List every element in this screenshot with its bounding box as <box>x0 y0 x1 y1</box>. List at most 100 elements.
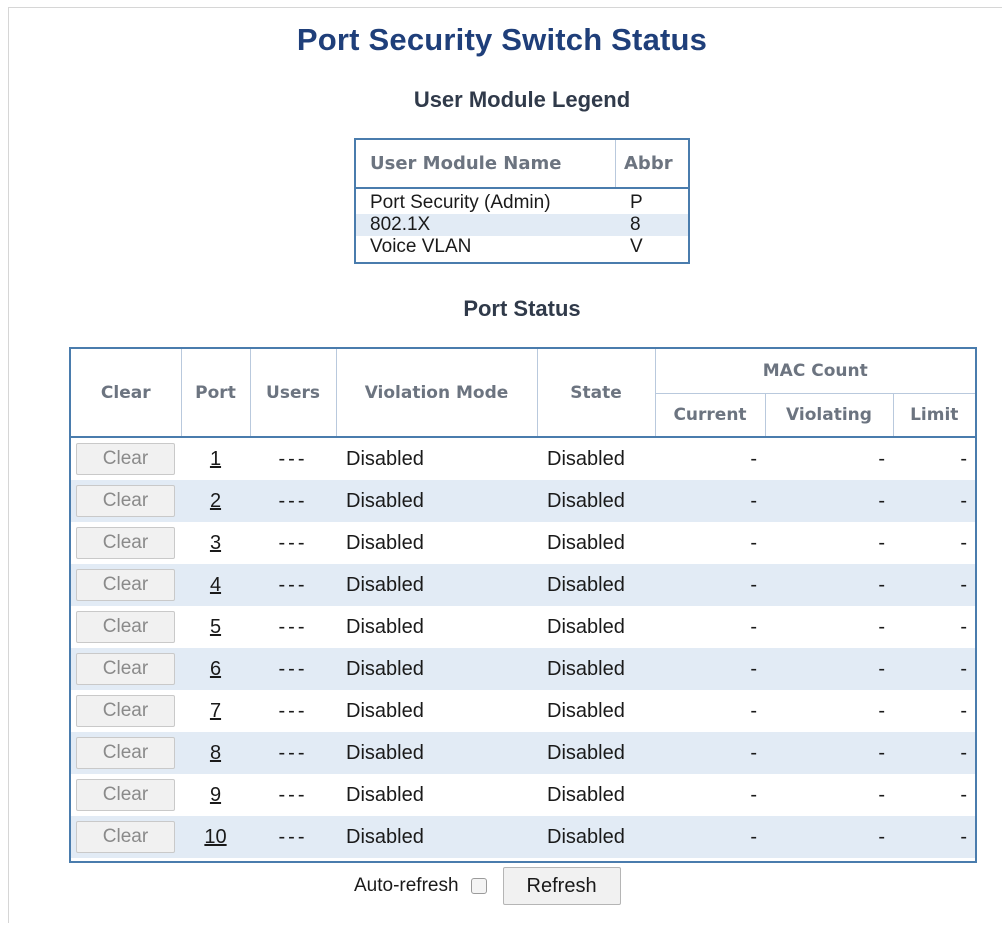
legend-row: Voice VLAN V <box>356 236 688 258</box>
legend-row: Port Security (Admin) P <box>356 192 688 214</box>
mac-violating-value: - <box>878 615 885 638</box>
mac-violating-value: - <box>878 447 885 470</box>
col-header-limit: Limit <box>893 393 975 438</box>
mac-current-value: - <box>655 480 765 522</box>
status-header-row: Clear Port Users Violation Mode State MA… <box>71 349 975 438</box>
clear-cell: Clear <box>71 816 181 858</box>
users-value: --- <box>278 447 308 470</box>
violation-mode-value: Disabled <box>336 816 537 858</box>
mac-current-value: - <box>750 699 757 722</box>
mac-limit-value: - <box>960 531 967 554</box>
mac-current-value: - <box>750 447 757 470</box>
port-link[interactable]: 6 <box>181 658 250 681</box>
state-value: Disabled <box>537 564 655 606</box>
port-cell: 5 <box>181 606 250 648</box>
table-row: Clear 2 --- Disabled Disabled - - - <box>71 480 975 522</box>
port-cell: 9 <box>181 774 250 816</box>
auto-refresh-checkbox[interactable] <box>470 878 487 894</box>
table-row: Clear 6 --- Disabled Disabled - - - <box>71 648 975 690</box>
clear-button[interactable]: Clear <box>76 485 175 517</box>
clear-button[interactable]: Clear <box>76 737 175 769</box>
state-value: Disabled <box>537 732 655 774</box>
users-value: --- <box>278 783 308 806</box>
clear-button[interactable]: Clear <box>76 695 175 727</box>
mac-limit-value: - <box>893 732 975 774</box>
mac-current-value: - <box>750 615 757 638</box>
port-link[interactable]: 5 <box>181 616 250 639</box>
clear-cell: Clear <box>71 648 181 690</box>
clear-cell: Clear <box>71 437 181 480</box>
port-link[interactable]: 3 <box>181 532 250 555</box>
state-value: Disabled <box>547 531 625 554</box>
clear-button[interactable]: Clear <box>76 653 175 685</box>
port-link[interactable]: 9 <box>181 784 250 807</box>
state-value: Disabled <box>547 615 625 638</box>
users-value: --- <box>250 648 336 690</box>
port-link[interactable]: 7 <box>181 700 250 723</box>
mac-limit-value: - <box>893 564 975 606</box>
users-value: --- <box>250 732 336 774</box>
port-link[interactable]: 4 <box>181 574 250 597</box>
port-cell: 7 <box>181 690 250 732</box>
mac-current-value: - <box>655 564 765 606</box>
clear-button[interactable]: Clear <box>76 779 175 811</box>
col-header-state: State <box>537 349 656 438</box>
legend-module-name: Voice VLAN <box>370 236 472 257</box>
table-row: Clear 7 --- Disabled Disabled - - - <box>71 690 975 732</box>
col-header-violating: Violating <box>765 393 894 438</box>
mac-violating-value: - <box>765 816 893 858</box>
port-cell: 3 <box>181 522 250 564</box>
mac-limit-value: - <box>960 615 967 638</box>
mac-violating-value: - <box>765 480 893 522</box>
mac-limit-value: - <box>960 447 967 470</box>
mac-limit-value: - <box>960 699 967 722</box>
mac-violating-value: - <box>878 699 885 722</box>
mac-violating-value: - <box>765 564 893 606</box>
port-link[interactable]: 1 <box>181 448 250 471</box>
state-value: Disabled <box>537 816 655 858</box>
port-cell: 4 <box>181 564 250 606</box>
state-value: Disabled <box>547 783 625 806</box>
table-row: Clear 3 --- Disabled Disabled - - - <box>71 522 975 564</box>
mac-violating-value: - <box>878 783 885 806</box>
clear-button[interactable]: Clear <box>76 569 175 601</box>
legend-module-abbr: V <box>630 236 643 257</box>
clear-cell: Clear <box>71 480 181 522</box>
violation-mode-value: Disabled <box>336 648 537 690</box>
violation-mode-value: Disabled <box>346 531 424 554</box>
port-link[interactable]: 10 <box>181 826 250 849</box>
mac-current-value: - <box>750 531 757 554</box>
users-value: --- <box>250 480 336 522</box>
users-value: --- <box>278 699 308 722</box>
refresh-button[interactable]: Refresh <box>502 867 621 905</box>
legend-module-name: Port Security (Admin) <box>370 192 551 213</box>
table-row: Clear 8 --- Disabled Disabled - - - <box>71 732 975 774</box>
port-cell: 8 <box>181 732 250 774</box>
clear-button[interactable]: Clear <box>76 821 175 853</box>
col-header-mac-count: MAC Count <box>655 349 975 394</box>
port-cell: 10 <box>181 816 250 858</box>
port-link[interactable]: 8 <box>181 742 250 765</box>
table-row: Clear 4 --- Disabled Disabled - - - <box>71 564 975 606</box>
user-module-legend-table: User Module Name Abbr Port Security (Adm… <box>354 138 690 264</box>
legend-header-name: User Module Name <box>356 140 616 187</box>
legend-header-row: User Module Name Abbr <box>356 140 688 189</box>
port-status-title: Port Status <box>463 296 581 321</box>
violation-mode-value: Disabled <box>336 480 537 522</box>
clear-button[interactable]: Clear <box>76 611 175 643</box>
state-value: Disabled <box>547 447 625 470</box>
mac-limit-value: - <box>960 783 967 806</box>
port-link[interactable]: 2 <box>181 490 250 513</box>
state-value: Disabled <box>537 648 655 690</box>
clear-button[interactable]: Clear <box>76 443 175 475</box>
mac-limit-value: - <box>893 648 975 690</box>
mac-violating-value: - <box>765 732 893 774</box>
mac-limit-value: - <box>893 816 975 858</box>
port-status-table: Clear Port Users Violation Mode State MA… <box>69 347 977 863</box>
col-header-current: Current <box>655 393 766 438</box>
col-header-clear: Clear <box>71 349 182 438</box>
users-value: --- <box>250 816 336 858</box>
clear-button[interactable]: Clear <box>76 527 175 559</box>
legend-header-abbr: Abbr <box>624 153 673 174</box>
clear-cell: Clear <box>71 732 181 774</box>
